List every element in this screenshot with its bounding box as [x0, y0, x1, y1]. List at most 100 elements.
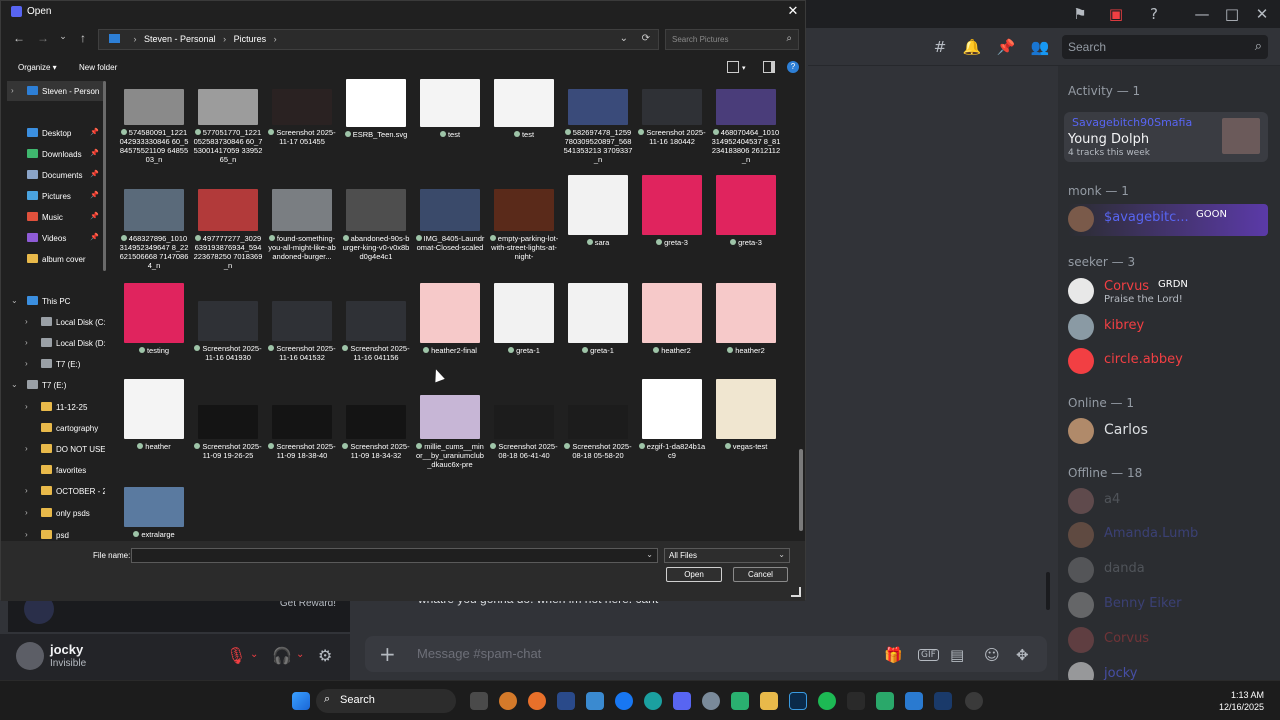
nav-item[interactable]: Documents 📌 [7, 165, 105, 185]
file-tile[interactable]: 582697478_1259780309520897_568541353213 … [563, 79, 633, 171]
app-icon[interactable] [876, 692, 894, 710]
file-explorer-icon[interactable] [760, 692, 778, 710]
member-row[interactable]: $avagebitc... GOON [1068, 204, 1268, 236]
chevron-down-icon[interactable]: ⌄ [250, 649, 258, 660]
file-tile[interactable]: IMG_8405-Laundromat-Closed-scaled [415, 175, 485, 267]
nav-item[interactable]: Desktop 📌 [7, 123, 105, 143]
file-tile[interactable]: test [415, 79, 485, 171]
address-bar[interactable]: › Steven - Personal › Pictures › ⌄ ⟳ [98, 29, 659, 50]
nav-item[interactable]: › T7 (E:) [7, 354, 105, 374]
search-pictures-input[interactable]: Search Pictures ⌕ [665, 29, 799, 50]
file-tile[interactable]: testing [119, 281, 189, 373]
media-player-icon[interactable] [965, 692, 983, 710]
nav-item[interactable]: Videos 📌 [7, 228, 105, 248]
app-icon[interactable] [731, 692, 749, 710]
file-tile[interactable]: Screenshot 2025-11-16 180442 [637, 79, 707, 171]
system-clock[interactable]: 1:13 AM 12/16/2025 [1219, 689, 1264, 713]
member-row[interactable]: circle.abbey [1068, 346, 1268, 380]
member-row[interactable]: a4 [1068, 486, 1268, 520]
nav-item[interactable]: › only psds [7, 503, 105, 523]
file-tile[interactable]: ESRB_Teen.svg [341, 79, 411, 171]
chevron-down-icon[interactable]: ▾ [742, 64, 746, 72]
file-tile[interactable]: greta-1 [489, 281, 559, 373]
message-input[interactable]: + Message #spam-chat [365, 636, 1047, 672]
nav-item[interactable]: › OCTOBER - 20 [7, 481, 105, 501]
spotify-icon[interactable] [818, 692, 836, 710]
file-tile[interactable]: found-something-you-all-might-like-aband… [267, 175, 337, 267]
dialog-close-button[interactable]: ✕ [785, 3, 801, 19]
file-type-select[interactable]: All Files ⌄ [664, 548, 790, 563]
file-grid-scrollbar[interactable] [799, 449, 803, 531]
edge-icon[interactable] [644, 692, 662, 710]
gif-icon[interactable]: GIF [918, 649, 939, 661]
firefox-icon[interactable] [528, 692, 546, 710]
member-row[interactable]: Corvus GRDN Praise the Lord! [1068, 276, 1268, 310]
expand-arrow-icon[interactable]: ⌄ [11, 380, 18, 389]
minimize-icon[interactable]: — [1192, 4, 1212, 24]
file-tile[interactable]: Screenshot 2025-11-16 041156 [341, 281, 411, 373]
file-tile[interactable]: sara [563, 175, 633, 267]
terminal-icon[interactable] [557, 692, 575, 710]
address-dropdown-icon[interactable]: ⌄ [620, 33, 628, 44]
file-tile[interactable]: Screenshot 2025-11-09 18-34-32 [341, 379, 411, 471]
member-row[interactable]: Benny Eiker [1068, 590, 1268, 624]
expand-arrow-icon[interactable]: › [25, 444, 28, 453]
copilot-icon[interactable] [499, 692, 517, 710]
cancel-button[interactable]: Cancel [733, 567, 788, 582]
add-attachment-icon[interactable]: + [379, 642, 396, 666]
file-tile[interactable]: empty-parking-lot-with-street-lights-at-… [489, 175, 559, 267]
organize-menu[interactable]: Organize ▾ [18, 63, 57, 72]
discord-icon[interactable] [673, 692, 691, 710]
up-arrow-icon[interactable]: ↑ [75, 31, 91, 45]
deafen-icon[interactable]: 🎧 [272, 646, 292, 665]
chevron-down-icon[interactable]: ⌄ [646, 550, 653, 559]
nav-item[interactable]: Pictures 📌 [7, 186, 105, 206]
file-tile[interactable]: extralarge [119, 487, 189, 539]
emoji-icon[interactable]: ☺ [984, 646, 1000, 664]
member-row[interactable]: kibrey [1068, 312, 1268, 346]
breadcrumb-item[interactable]: Steven - Personal [144, 34, 216, 44]
nav-item[interactable]: album cover [7, 249, 105, 269]
help-icon[interactable]: ? [787, 61, 799, 73]
nav-item[interactable]: Music 📌 [7, 207, 105, 227]
file-tile[interactable]: Screenshot 2025-11-09 19-26-25 [193, 379, 263, 471]
help-icon[interactable]: ? [1144, 4, 1164, 24]
members-scrollbar[interactable] [1046, 572, 1050, 610]
nav-item[interactable]: favorites [7, 460, 105, 480]
expand-arrow-icon[interactable]: › [25, 486, 28, 495]
preview-pane-icon[interactable] [763, 61, 775, 73]
member-row[interactable]: Carlos [1068, 416, 1268, 450]
expand-arrow-icon[interactable]: › [25, 317, 28, 326]
nav-item[interactable]: › Local Disk (C:) [7, 312, 105, 332]
nav-scrollbar[interactable] [103, 81, 106, 271]
taskbar-search[interactable]: ⌕ Search [316, 689, 456, 713]
file-tile[interactable]: heather2-final [415, 281, 485, 373]
file-tile[interactable]: 468070464_1010314952404537 8_81234183806… [711, 79, 781, 171]
file-tile[interactable]: 577051770_1221052583730846 60_7530014170… [193, 79, 263, 171]
expand-arrow-icon[interactable]: › [25, 359, 28, 368]
settings-icon[interactable] [702, 692, 720, 710]
file-tile[interactable]: heather [119, 379, 189, 471]
expand-arrow-icon[interactable]: › [25, 508, 28, 517]
snipping-tool-icon[interactable] [905, 692, 923, 710]
back-arrow-icon[interactable]: ← [11, 31, 27, 45]
nav-item[interactable]: Downloads 📌 [7, 144, 105, 164]
nav-item[interactable]: › Local Disk (D:) [7, 333, 105, 353]
nav-item[interactable]: › psd [7, 525, 105, 541]
task-view-icon[interactable] [470, 692, 488, 710]
file-tile[interactable]: 468327896_1010314952349647 8_22621506668… [119, 175, 189, 270]
nav-item[interactable]: ⌄ T7 (E:) [7, 375, 105, 395]
photoshop-icon[interactable] [789, 692, 807, 710]
file-tile[interactable]: Screenshot 2025-08-18 05-58-20 [563, 379, 633, 471]
audio-app-icon[interactable] [847, 692, 865, 710]
view-options-icon[interactable] [727, 61, 739, 73]
expand-arrow-icon[interactable]: › [25, 530, 28, 539]
file-tile[interactable]: millie_cums__minor__by_uraniumclub_dkauc… [415, 379, 485, 471]
close-icon[interactable]: ✕ [1252, 4, 1272, 24]
breadcrumb-item[interactable]: Pictures [234, 34, 267, 44]
file-tile[interactable]: heather2 [637, 281, 707, 373]
expand-arrow-icon[interactable]: › [11, 86, 14, 95]
nav-item[interactable]: › Steven - Person [7, 81, 105, 101]
gift-icon[interactable]: 🎁 [884, 646, 903, 664]
open-button[interactable]: Open [666, 567, 722, 582]
